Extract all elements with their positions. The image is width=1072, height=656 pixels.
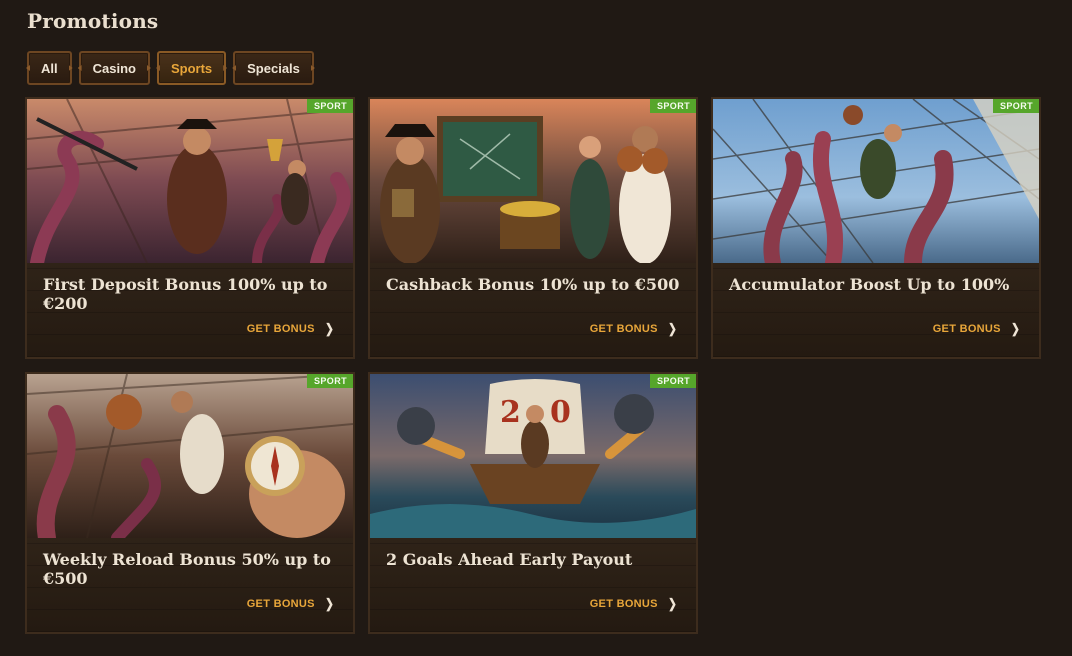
- get-bonus-label: GET BONUS: [589, 598, 658, 610]
- get-bonus-label: GET BONUS: [246, 323, 315, 335]
- promo-filter-bar: All Casino Sports Specials: [27, 51, 314, 85]
- kraken-ship-icon: [713, 99, 1039, 263]
- page-title: Promotions: [27, 9, 159, 33]
- promo-card[interactable]: SPORT Cashback Bonus 10% up to €500 GET …: [368, 97, 698, 359]
- get-bonus-button[interactable]: GET BONUS ❯: [933, 321, 1021, 337]
- pirate-trophy-icon: [27, 99, 353, 263]
- promo-title: First Deposit Bonus 100% up to €200: [43, 275, 328, 313]
- chevron-right-icon: ❯: [667, 321, 677, 336]
- chevron-right-icon: ❯: [324, 596, 334, 611]
- sport-badge: SPORT: [649, 99, 696, 113]
- filter-all[interactable]: All: [27, 51, 72, 85]
- get-bonus-button[interactable]: GET BONUS ❯: [247, 596, 335, 612]
- promo-card-body: Cashback Bonus 10% up to €500 GET BONUS …: [370, 263, 696, 357]
- promo-card[interactable]: 2 0 SPORT 2 Goals Ahead Early Payout GET…: [368, 372, 698, 634]
- promo-card[interactable]: SPORT Accumulator Boost Up to 100% GET B…: [711, 97, 1041, 359]
- sport-badge: SPORT: [649, 374, 696, 388]
- promo-title: Accumulator Boost Up to 100%: [729, 275, 1010, 294]
- get-bonus-label: GET BONUS: [589, 323, 658, 335]
- promotions-page: Promotions All Casino Sports Specials SP…: [0, 0, 1072, 656]
- get-bonus-button[interactable]: GET BONUS ❯: [247, 321, 335, 337]
- filter-sports[interactable]: Sports: [156, 51, 227, 85]
- promo-title: 2 Goals Ahead Early Payout: [386, 550, 633, 569]
- cannon-ship-icon: 2 0: [370, 374, 696, 538]
- promo-card[interactable]: SPORT Weekly Reload Bonus 50% up to €500…: [25, 372, 355, 634]
- get-bonus-button[interactable]: GET BONUS ❯: [590, 321, 678, 337]
- promo-card[interactable]: SPORT First Deposit Bonus 100% up to €20…: [25, 97, 355, 359]
- svg-text:2: 2: [500, 395, 521, 430]
- promo-card-body: 2 Goals Ahead Early Payout GET BONUS ❯: [370, 538, 696, 632]
- get-bonus-button[interactable]: GET BONUS ❯: [590, 596, 678, 612]
- promo-title: Weekly Reload Bonus 50% up to €500: [43, 550, 331, 588]
- pirate-crew-icon: [370, 99, 696, 263]
- sport-badge: SPORT: [306, 99, 353, 113]
- promo-card-body: First Deposit Bonus 100% up to €200 GET …: [27, 263, 353, 357]
- filter-casino[interactable]: Casino: [78, 51, 150, 85]
- chevron-right-icon: ❯: [667, 596, 677, 611]
- promo-title: Cashback Bonus 10% up to €500: [386, 275, 680, 294]
- sport-badge: SPORT: [306, 374, 353, 388]
- get-bonus-label: GET BONUS: [246, 598, 315, 610]
- chevron-right-icon: ❯: [324, 321, 334, 336]
- svg-text:0: 0: [550, 395, 571, 430]
- promo-card-body: Accumulator Boost Up to 100% GET BONUS ❯: [713, 263, 1039, 357]
- filter-specials[interactable]: Specials: [233, 51, 314, 85]
- promo-card-body: Weekly Reload Bonus 50% up to €500 GET B…: [27, 538, 353, 632]
- compass-icon: [27, 374, 353, 538]
- chevron-right-icon: ❯: [1010, 321, 1020, 336]
- get-bonus-label: GET BONUS: [932, 323, 1001, 335]
- sport-badge: SPORT: [992, 99, 1039, 113]
